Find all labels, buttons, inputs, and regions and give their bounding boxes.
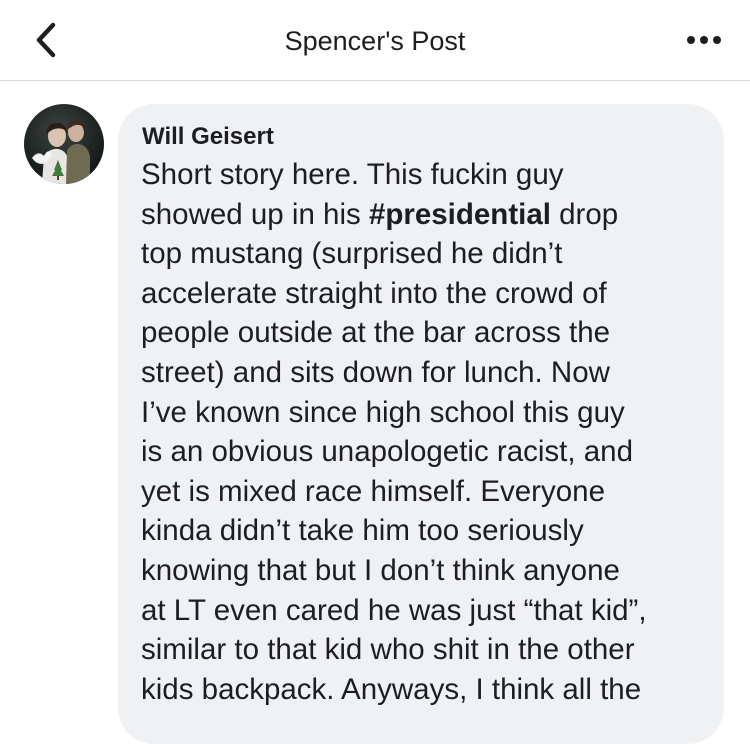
comment-line: Short story here. This fuckin guy [141, 158, 564, 191]
comment-line: knowing that but I don’t think anyone [141, 553, 620, 587]
hashtag-link[interactable]: #presidential [369, 198, 551, 231]
comment-bubble: Will Geisert Short story here. This fuck… [118, 104, 724, 744]
comment-line: top mustang (surprised he didn’t [141, 237, 563, 271]
comment-line: kinda didn’t take him too seriously [141, 514, 584, 548]
top-nav-bar: Spencer's Post [0, 0, 750, 81]
comment-line: showed up in his #presidential drop [141, 197, 619, 231]
comment-line: accelerate straight into the crowd of [141, 276, 607, 310]
comment-line: is an obvious unapologetic racist, and [141, 435, 633, 469]
comment-line: I’ve known since high school this guy [141, 395, 625, 429]
comment-text: Short story here. This fuckin guy showed… [141, 155, 711, 709]
more-dots-icon [687, 36, 721, 44]
comment-line: people outside at the bar across the [141, 316, 611, 350]
comment-line: at LT even cared he was just “that kid”, [141, 593, 647, 627]
comment-line: street) and sits down for lunch. Now [141, 355, 610, 389]
page-title: Spencer's Post [284, 26, 466, 56]
comment-line: yet is mixed race himself. Everyone [141, 474, 605, 508]
more-options-button[interactable] [680, 22, 728, 58]
profile-photo [24, 104, 104, 184]
comment-author[interactable]: Will Geisert [142, 122, 274, 152]
avatar[interactable] [24, 104, 104, 184]
comment-line: similar to that kid who shit in the othe… [141, 633, 635, 667]
comment-line: kids backpack. Anyways, I think all the [141, 672, 642, 706]
